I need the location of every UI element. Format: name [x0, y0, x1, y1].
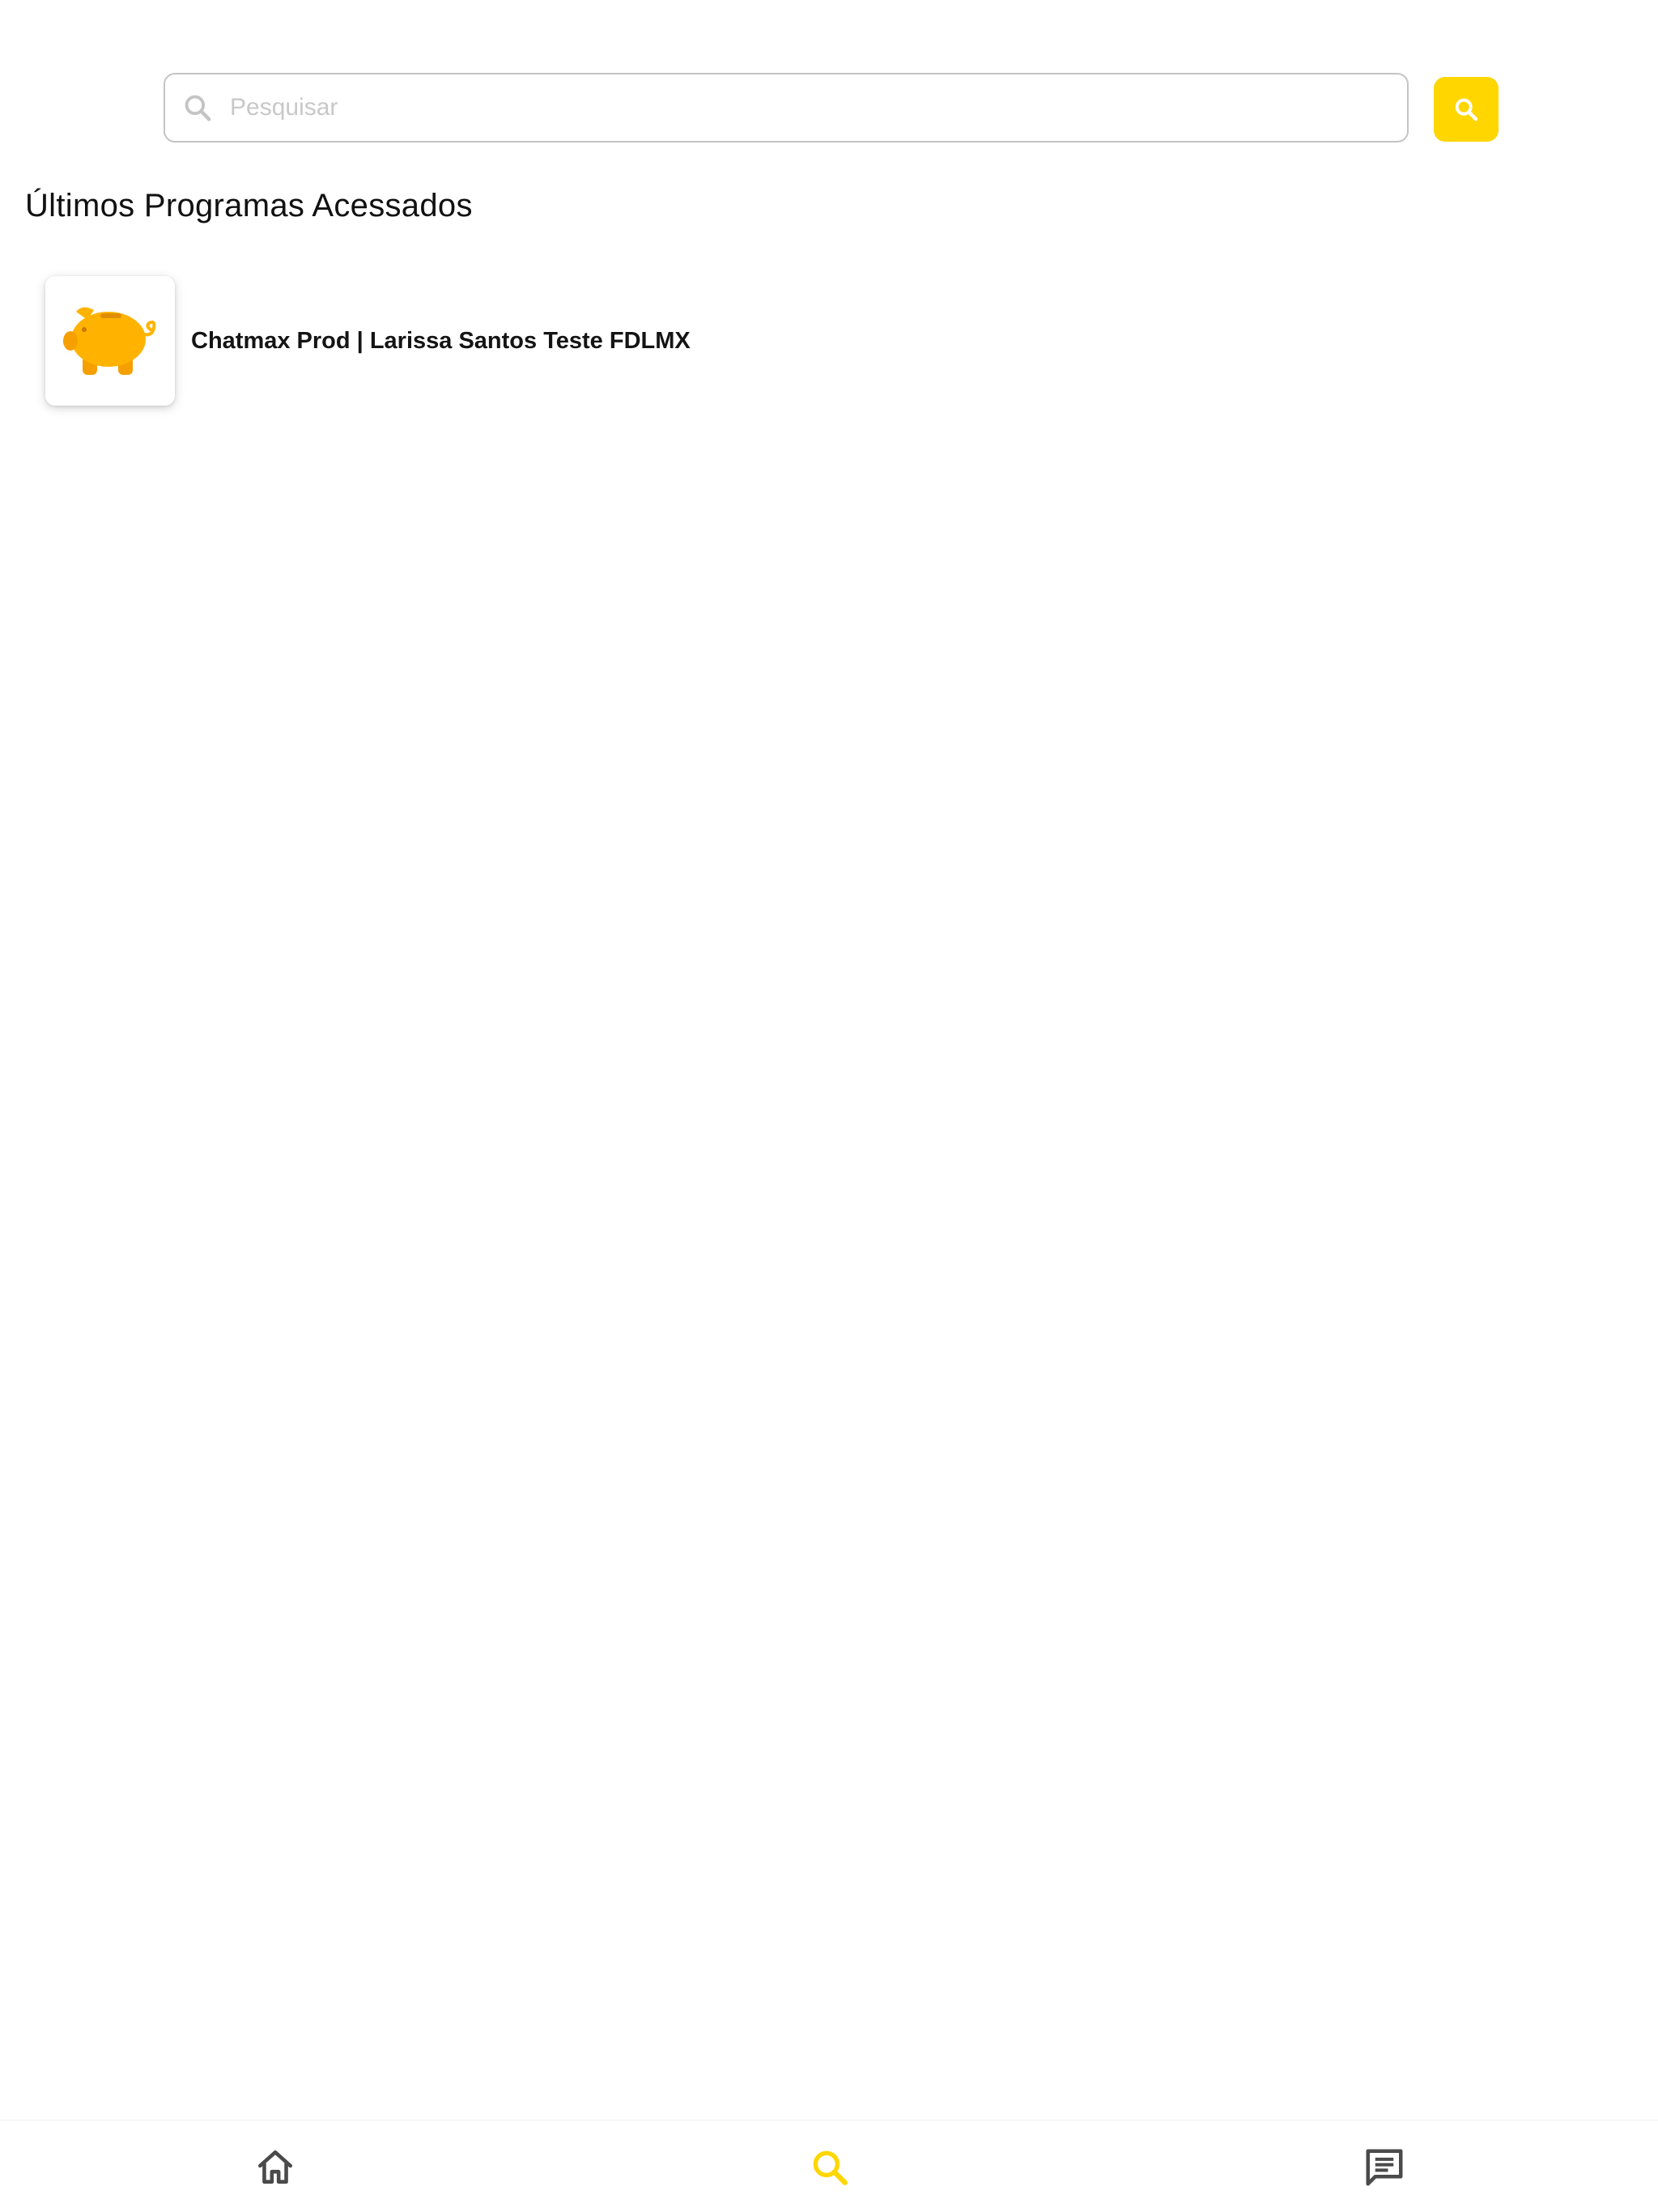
search-button[interactable] — [1434, 77, 1499, 142]
nav-item-search[interactable] — [804, 2142, 856, 2193]
search-icon — [1452, 96, 1480, 123]
program-thumbnail — [45, 276, 175, 406]
program-name: Chatmax Prod | Larissa Santos Teste FDLM… — [191, 327, 691, 354]
home-icon — [255, 2147, 295, 2188]
piggy-bank-icon — [58, 300, 162, 381]
bottom-nav — [0, 2120, 1658, 2212]
search-input[interactable] — [228, 79, 1391, 137]
search-icon — [810, 2147, 850, 2188]
search-icon — [181, 91, 214, 124]
list-item[interactable]: Chatmax Prod | Larissa Santos Teste FDLM… — [45, 276, 691, 406]
search-box[interactable] — [164, 73, 1409, 143]
section-title: Últimos Programas Acessados — [25, 188, 473, 223]
nav-item-messages[interactable] — [1358, 2142, 1410, 2193]
chat-icon — [1363, 2146, 1406, 2189]
nav-item-home[interactable] — [249, 2142, 301, 2193]
